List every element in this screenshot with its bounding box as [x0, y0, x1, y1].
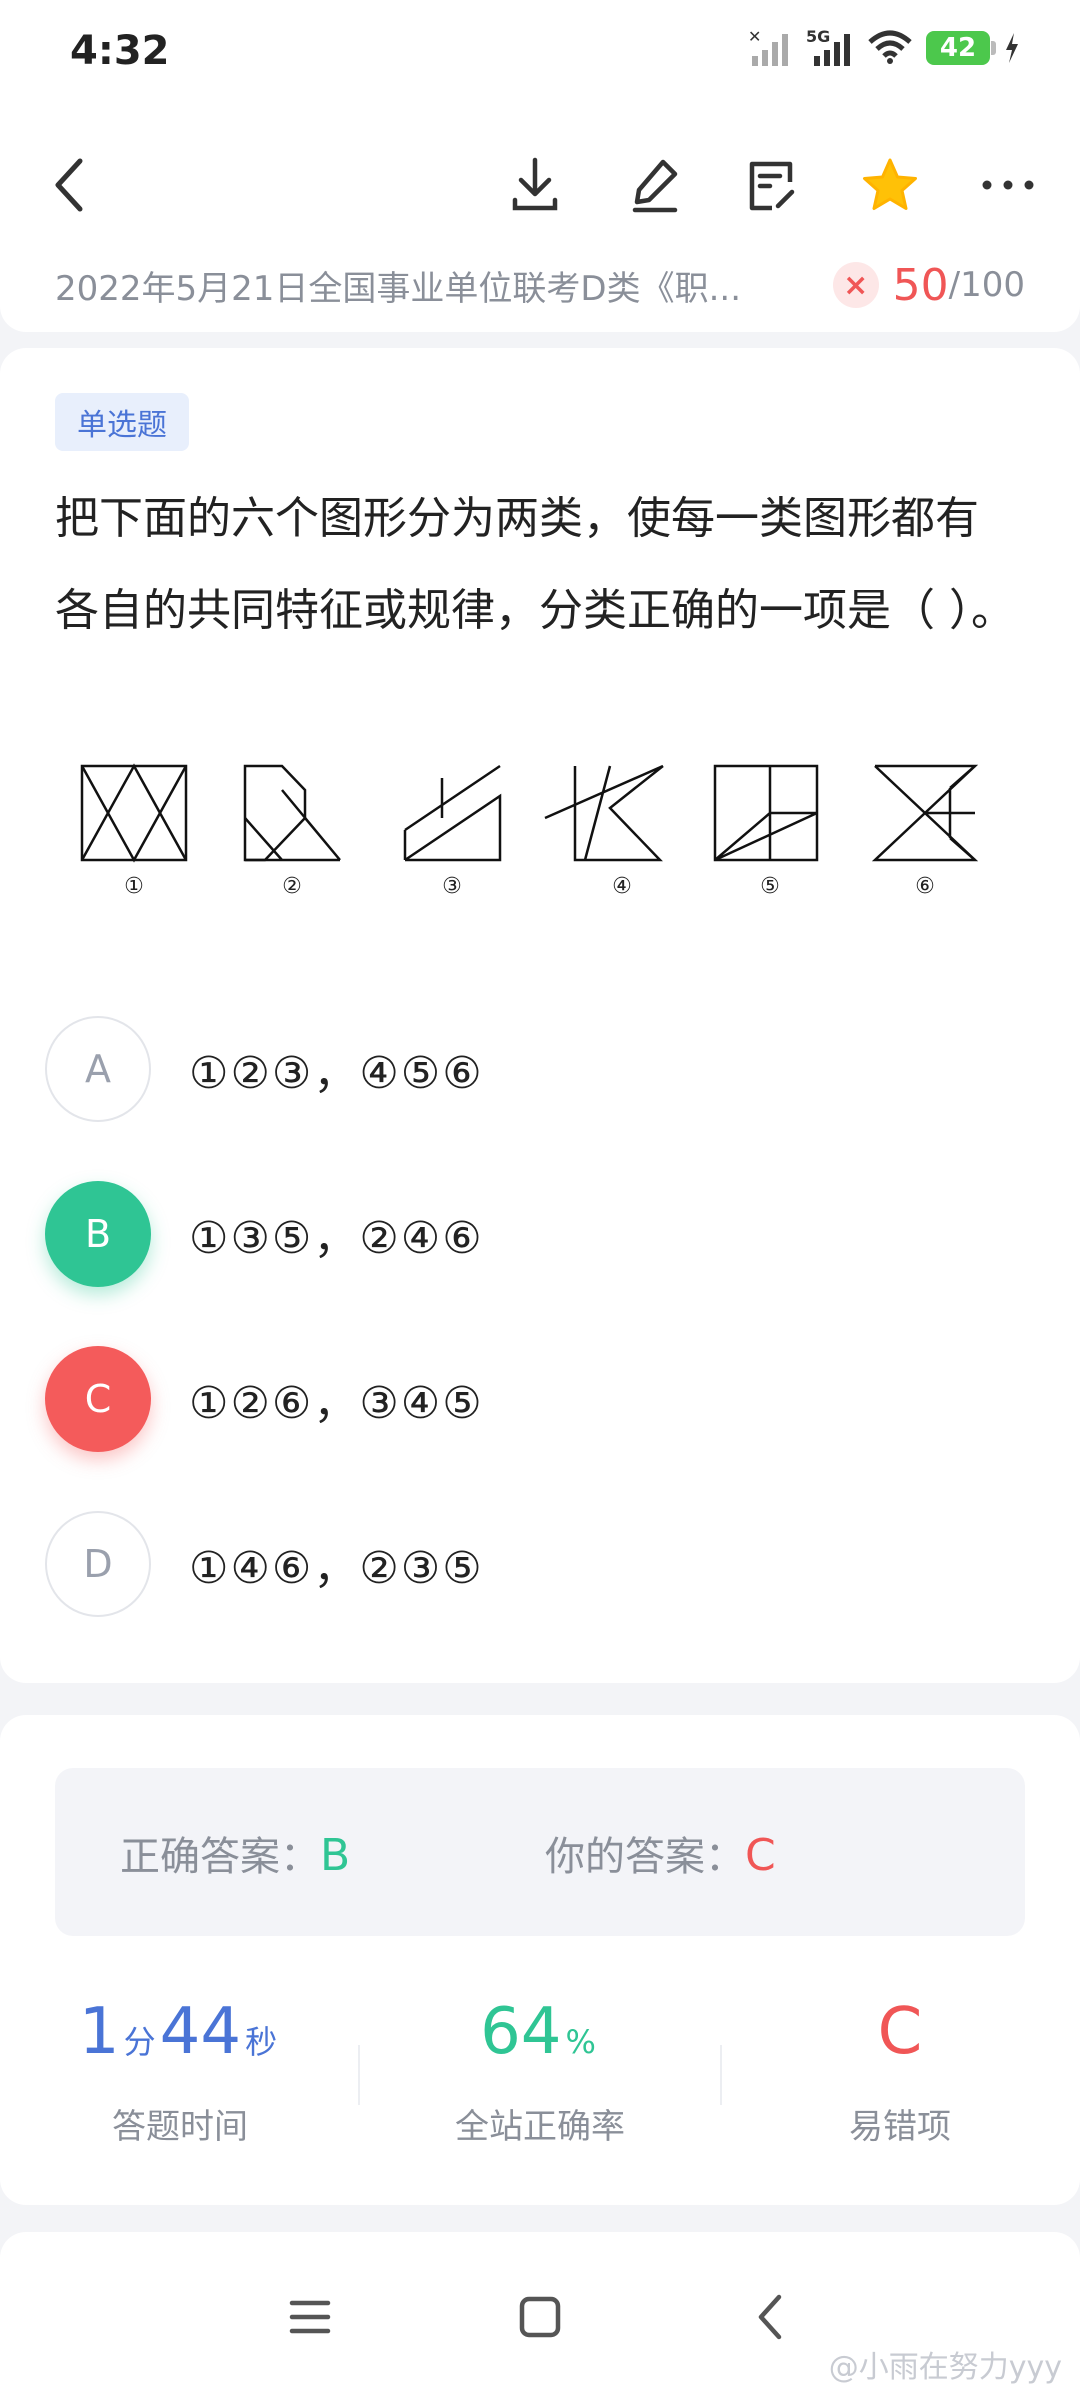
stat-answer-time: 1 分 44 秒 答题时间 — [30, 1995, 330, 2148]
back-button[interactable] — [35, 150, 105, 220]
figure-label-4: ④ — [612, 874, 632, 898]
system-nav-bar: @小雨在努力yyy — [0, 2232, 1080, 2400]
charging-icon — [1006, 33, 1018, 63]
figure-label-1: ① — [124, 874, 144, 898]
score-total: /100 — [948, 265, 1025, 305]
figure-5 — [713, 764, 819, 862]
stat-accuracy: 64 % 全站正确率 — [390, 1995, 690, 2148]
option-letter: D — [45, 1511, 151, 1617]
stats-row: 1 分 44 秒 答题时间 64 % 全站正确率 C 易错项 — [0, 1995, 1080, 2175]
edit-button[interactable] — [620, 150, 690, 220]
nav-back-button[interactable] — [735, 2282, 805, 2352]
pencil-icon — [632, 159, 678, 213]
back-icon — [758, 2294, 782, 2340]
favorite-button[interactable] — [855, 150, 925, 220]
svg-text:✕: ✕ — [748, 28, 761, 46]
figure-1 — [80, 763, 188, 863]
time-min-unit: 分 — [123, 2023, 156, 2061]
more-button[interactable] — [973, 150, 1043, 220]
figure-label-5: ⑤ — [760, 874, 780, 898]
divider — [358, 2045, 360, 2105]
option-letter: C — [45, 1346, 151, 1452]
star-icon — [863, 158, 917, 210]
score: × 50 /100 — [832, 259, 1025, 311]
score-value: 50 — [892, 259, 949, 311]
your-answer-label: 你的答案： — [545, 1834, 745, 1880]
option-d[interactable]: D ①④⑥，②③⑤ — [45, 1510, 945, 1618]
correct-answer-label: 正确答案： — [120, 1834, 320, 1880]
figure-label-3: ③ — [442, 874, 462, 898]
wrong-mark-icon: × — [832, 262, 879, 308]
watermark: @小雨在努力yyy — [828, 2350, 1062, 2385]
menu-button[interactable] — [275, 2282, 345, 2352]
option-letter: B — [45, 1181, 151, 1287]
exam-title[interactable]: 2022年5月21日全国事业单位联考D类《职... — [55, 261, 795, 310]
exam-info-row: 2022年5月21日全国事业单位联考D类《职... × 50 /100 — [55, 255, 1025, 315]
option-a[interactable]: A ①②③，④⑤⑥ — [45, 1015, 945, 1123]
toolbar — [0, 130, 1080, 230]
network-type: 5G — [806, 28, 830, 46]
figure-label-2: ② — [282, 874, 302, 898]
status-time: 4:32 — [70, 28, 170, 74]
option-b[interactable]: B ①③⑤，②④⑥ — [45, 1180, 945, 1288]
answer-card: 正确答案：B 你的答案：C 1 分 44 秒 答题时间 64 % 全站正确率 C… — [0, 1715, 1080, 2205]
home-icon — [519, 2296, 561, 2338]
time-seconds: 44 — [159, 1995, 242, 2069]
notes-button[interactable] — [737, 150, 807, 220]
accuracy-label: 全站正确率 — [455, 2107, 625, 2147]
option-text: ①②③，④⑤⑥ — [189, 1048, 484, 1099]
time-minutes: 1 — [78, 1995, 120, 2069]
menu-icon — [289, 2300, 331, 2334]
answer-summary: 正确答案：B 你的答案：C — [55, 1768, 1025, 1936]
accuracy-value: 64 — [480, 1995, 562, 2069]
signal-5g-icon: 5G — [806, 28, 850, 66]
download-button[interactable] — [500, 150, 570, 220]
signal-muted-icon: ✕ — [748, 28, 788, 66]
your-answer: 你的答案：C — [545, 1824, 776, 1882]
question-text: 把下面的六个图形分为两类，使每一类图形都有各自的共同特征或规律，分类正确的一项是… — [55, 493, 1015, 636]
battery-level: 42 — [939, 33, 977, 63]
figure-6 — [871, 764, 979, 862]
error-option-value: C — [877, 1995, 923, 2069]
option-text: ①②⑥，③④⑤ — [189, 1378, 484, 1429]
download-icon — [512, 157, 558, 211]
option-text: ①④⑥，②③⑤ — [189, 1543, 484, 1594]
chevron-left-icon — [55, 158, 83, 212]
figure-label-6: ⑥ — [915, 874, 935, 898]
time-label: 答题时间 — [112, 2107, 248, 2147]
option-c[interactable]: C ①②⑥，③④⑤ — [45, 1345, 945, 1453]
more-icon — [982, 180, 1034, 190]
battery-icon: 42 — [926, 31, 996, 65]
option-text: ①③⑤，②④⑥ — [189, 1213, 484, 1264]
option-letter: A — [45, 1016, 151, 1122]
question-card: 单选题 把下面的六个图形分为两类，使每一类图形都有各自的共同特征或规律，分类正确… — [0, 348, 1080, 1683]
question-figures: ① ② ③ ④ ⑤ ⑥ — [80, 763, 979, 898]
header-card: 2022年5月21日全国事业单位联考D类《职... × 50 /100 — [0, 110, 1080, 332]
time-sec-unit: 秒 — [245, 2023, 278, 2061]
status-icons: ✕ 5G 42 — [748, 28, 1020, 68]
figure-3 — [403, 764, 502, 862]
error-option-label: 易错项 — [849, 2107, 951, 2147]
accuracy-unit: % — [565, 2023, 596, 2061]
divider — [720, 2045, 722, 2105]
figure-4 — [544, 764, 664, 862]
correct-answer-value: B — [320, 1830, 351, 1881]
wifi-icon — [868, 30, 912, 64]
status-bar: 4:32 ✕ 5G 42 — [0, 0, 1080, 110]
your-answer-value: C — [745, 1830, 776, 1881]
figure-2 — [243, 764, 341, 862]
notes-icon — [749, 161, 795, 211]
question-type-tag: 单选题 — [55, 393, 189, 451]
home-button[interactable] — [505, 2282, 575, 2352]
correct-answer: 正确答案：B — [120, 1824, 350, 1882]
stat-error-option: C 易错项 — [750, 1995, 1050, 2148]
